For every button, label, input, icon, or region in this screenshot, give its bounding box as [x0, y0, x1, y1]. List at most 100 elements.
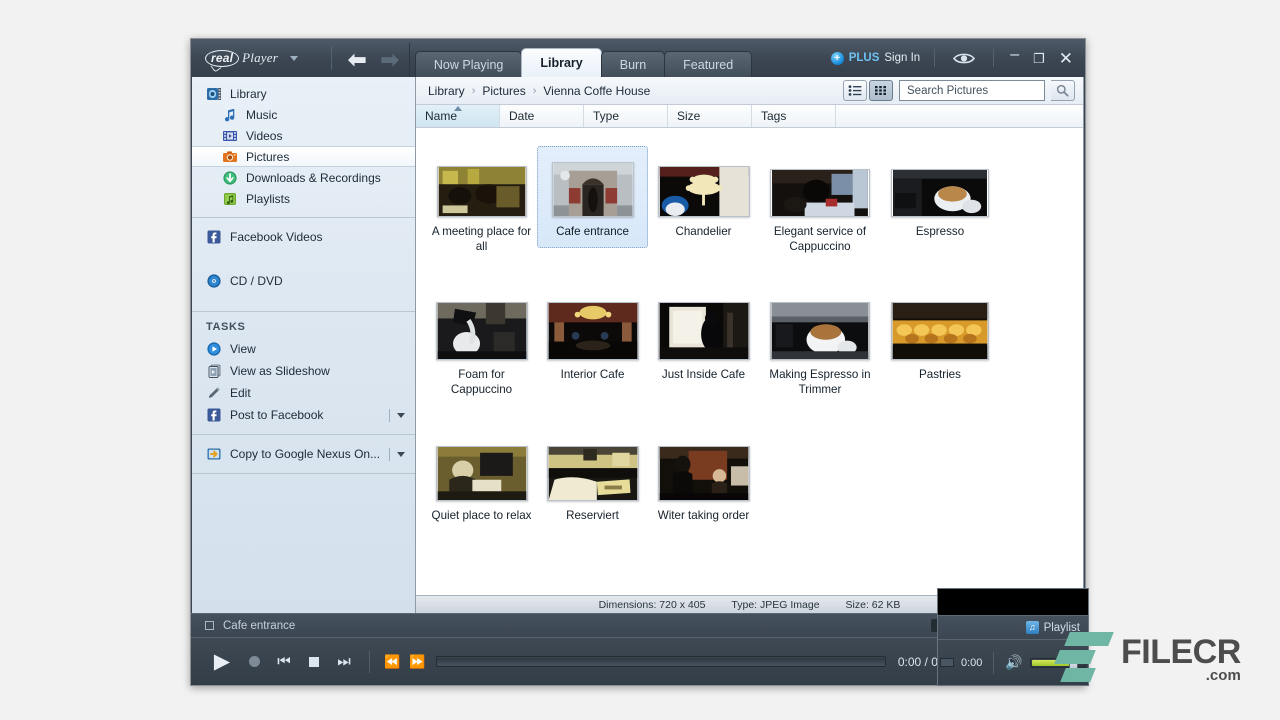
column-header-name[interactable]: Name: [416, 105, 500, 127]
tab-library[interactable]: Library: [521, 48, 601, 77]
thumbnail-item[interactable]: Quiet place to relax: [426, 436, 537, 532]
thumbnail-caption: A meeting place for all: [428, 224, 536, 254]
playlist-note-icon: [222, 191, 238, 207]
seek-slider[interactable]: [436, 656, 886, 667]
thumbnail-item[interactable]: Interior Cafe: [537, 293, 648, 391]
previous-track-button[interactable]: ⏮: [269, 653, 299, 670]
sidebar-item-pictures[interactable]: Pictures: [192, 146, 415, 167]
rewind-button[interactable]: ⏪: [380, 654, 405, 670]
plus-badge-icon: +: [831, 52, 844, 65]
duplicate-seek-slider[interactable]: [940, 658, 954, 667]
title-bar-right: + PLUS Sign In – ❐ ✕: [817, 39, 1085, 77]
thumbnail-slot: [658, 300, 750, 360]
thumbnail-item[interactable]: Chandelier: [648, 146, 759, 248]
stop-button[interactable]: [299, 657, 329, 667]
thumbnail-item[interactable]: Espresso: [881, 146, 999, 248]
disc-icon: [206, 273, 222, 289]
chevron-down-icon: [397, 413, 405, 418]
sidebar-item-videos[interactable]: Videos: [192, 125, 415, 146]
sidebar-item-library[interactable]: Library: [192, 83, 415, 104]
thumbnail-item[interactable]: Elegant service of Cappuccino: [759, 146, 881, 263]
breadcrumb-bar: Library › Pictures › Vienna Coffe House …: [416, 77, 1083, 105]
picture-thumbnail: [891, 302, 989, 360]
thumbnail-slot: [436, 443, 528, 501]
task-copy-to-google-nexus[interactable]: Copy to Google Nexus On...: [192, 443, 415, 465]
task-post-to-facebook[interactable]: Post to Facebook: [192, 404, 415, 426]
sidebar-facebook-group: Facebook Videos: [192, 220, 415, 253]
app-menu-chevron-down-icon[interactable]: [290, 56, 298, 61]
breadcrumb-current[interactable]: Vienna Coffe House: [543, 84, 650, 98]
thumbnail-item[interactable]: A meeting place for all: [426, 146, 537, 263]
facebook-icon: [206, 407, 222, 423]
picture-thumbnail: [891, 169, 989, 217]
record-button[interactable]: [239, 656, 269, 667]
thumbnail-item[interactable]: Just Inside Cafe: [648, 293, 759, 391]
thumbnail-item[interactable]: Reserviert: [537, 436, 648, 532]
back-arrow-icon[interactable]: ⬅: [348, 49, 366, 71]
column-header-type[interactable]: Type: [584, 105, 668, 127]
picture-thumbnail: [437, 166, 527, 217]
next-track-button[interactable]: ⏭: [329, 653, 359, 670]
duplicate-video-area: [938, 589, 1088, 615]
eye-icon[interactable]: [935, 52, 993, 65]
column-header-row: Name Date Type Size Tags: [416, 105, 1083, 128]
speaker-icon[interactable]: 🔊: [1005, 654, 1022, 671]
app-logo[interactable]: real Player: [191, 39, 331, 77]
thumbnail-item[interactable]: Making Espresso in Trimmer: [759, 293, 881, 406]
column-header-size[interactable]: Size: [668, 105, 752, 127]
sidebar-divider-5: [192, 473, 415, 474]
sidebar-divider-4: [192, 434, 415, 435]
slideshow-icon: [206, 363, 222, 379]
sidebar-item-downloads-recordings[interactable]: Downloads & Recordings: [192, 167, 415, 188]
plus-sign-in-button[interactable]: + PLUS Sign In: [817, 52, 934, 65]
column-label: Name: [425, 109, 457, 123]
thumbnail-item[interactable]: Pastries: [881, 293, 999, 391]
column-header-tags[interactable]: Tags: [752, 105, 836, 127]
close-button[interactable]: ✕: [1059, 50, 1073, 67]
search-input[interactable]: Search Pictures: [899, 80, 1045, 101]
sidebar-item-music[interactable]: Music: [192, 104, 415, 125]
breadcrumb-library[interactable]: Library: [428, 84, 465, 98]
task-edit[interactable]: Edit: [192, 382, 415, 404]
fast-forward-button[interactable]: ⏩: [405, 654, 430, 670]
play-button[interactable]: ▶: [205, 649, 239, 674]
sidebar-item-facebook-videos[interactable]: Facebook Videos: [192, 226, 415, 247]
breadcrumb-pictures[interactable]: Pictures: [482, 84, 525, 98]
pencil-icon: [206, 385, 222, 401]
thumbnail-item[interactable]: Foam for Cappuccino: [426, 293, 537, 406]
now-playing-checkbox[interactable]: [205, 621, 214, 630]
column-header-date[interactable]: Date: [500, 105, 584, 127]
status-type: Type: JPEG Image: [731, 599, 819, 611]
sidebar-item-label: Playlists: [246, 192, 290, 206]
watermark-text: FILECR: [1121, 633, 1241, 671]
search-button[interactable]: [1051, 80, 1075, 101]
task-view[interactable]: View: [192, 338, 415, 360]
column-label: Date: [509, 109, 534, 123]
plus-label: PLUS: [849, 52, 880, 64]
sidebar-item-cd-dvd[interactable]: CD / DVD: [192, 270, 415, 291]
task-split-dropdown[interactable]: [389, 409, 405, 422]
sidebar-item-playlists[interactable]: Playlists: [192, 188, 415, 209]
picture-thumbnail: [658, 446, 750, 501]
maximize-button[interactable]: ❐: [1033, 52, 1045, 65]
minimize-button[interactable]: –: [1010, 47, 1019, 63]
tab-now-playing[interactable]: Now Playing: [415, 51, 522, 77]
transfer-split-dropdown[interactable]: [389, 448, 405, 461]
thumbnail-caption: Chandelier: [650, 224, 758, 239]
tab-bar-wrapper: Now Playing Library Burn Featured: [413, 39, 751, 77]
tab-burn[interactable]: Burn: [601, 51, 665, 77]
thumbnail-item[interactable]: Witer taking order: [648, 436, 759, 532]
thumbnail-caption: Pastries: [882, 367, 998, 382]
thumbnail-item-selected[interactable]: Cafe entrance: [537, 146, 648, 248]
forward-arrow-icon[interactable]: ➡: [380, 49, 398, 71]
list-view-icon[interactable]: [843, 80, 867, 101]
toolbar-right: Search Pictures: [843, 80, 1075, 101]
thumbnail-caption: Elegant service of Cappuccino: [760, 224, 880, 254]
task-view-as-slideshow[interactable]: View as Slideshow: [192, 360, 415, 382]
picture-thumbnail: [770, 169, 870, 217]
thumbnail-slot: [658, 443, 750, 501]
thumbnail-view-icon[interactable]: [869, 80, 893, 101]
tab-featured[interactable]: Featured: [664, 51, 752, 77]
stop-icon: [309, 657, 319, 667]
thumbnail-caption: Cafe entrance: [539, 224, 647, 239]
